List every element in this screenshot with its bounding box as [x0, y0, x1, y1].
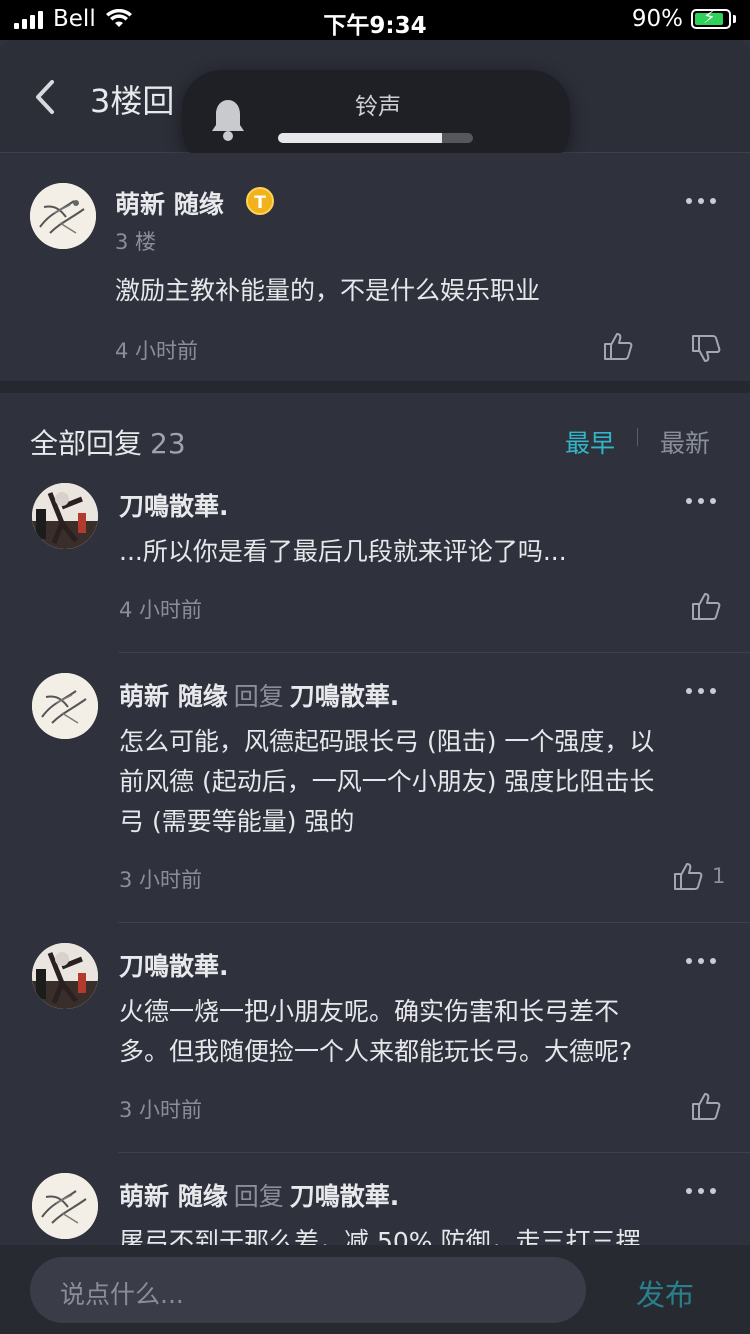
page-title: 3楼回: [90, 82, 175, 120]
reply-time: 3 小时前: [119, 868, 203, 892]
nav-header: 3楼回 铃声: [0, 40, 750, 168]
sort-latest-tab[interactable]: 最新: [660, 424, 710, 460]
reply-target-username[interactable]: 刀鳴散華.: [290, 682, 400, 711]
reply-content-line: 多。但我随便捡一个人来都能玩长弓。大德呢?: [119, 1037, 633, 1066]
volume-label: 铃声: [355, 94, 401, 120]
avatar[interactable]: [32, 483, 98, 549]
post-content: 激励主教补能量的，不是什么娱乐职业: [115, 276, 541, 305]
battery-percent: 90%: [631, 6, 683, 32]
reply-content-line: 怎么可能，风德起码跟长弓 (阻击) 一个强度，以: [119, 727, 655, 756]
avatar[interactable]: [30, 183, 96, 249]
sort-divider: [637, 428, 638, 446]
reply-divider: [118, 652, 750, 653]
thumbs-up-icon[interactable]: [690, 590, 722, 622]
more-icon[interactable]: [686, 198, 716, 206]
thumbs-down-icon[interactable]: [690, 333, 722, 365]
reply-divider: [118, 922, 750, 923]
comment-input[interactable]: 说点什么...: [30, 1257, 586, 1323]
section-divider: [0, 381, 750, 393]
thumbs-up-icon[interactable]: [602, 330, 634, 362]
replies-heading: 全部回复 23: [30, 422, 186, 462]
volume-slider: [278, 133, 473, 143]
reply-content-line: 火德一烧一把小朋友呢。确实伤害和长弓差不: [119, 997, 620, 1026]
more-icon[interactable]: [686, 498, 716, 506]
sort-earliest-tab[interactable]: 最早: [565, 424, 615, 460]
reply-target-username[interactable]: 刀鳴散華.: [290, 1182, 400, 1211]
level-badge-icon: T: [246, 187, 274, 215]
reply-time: 4 小时前: [119, 598, 203, 622]
reply-label: 回复: [233, 682, 284, 711]
post-username[interactable]: 萌新 随缘: [115, 185, 224, 221]
post-time: 4 小时前: [115, 339, 199, 363]
reply-username[interactable]: 萌新 随缘: [119, 682, 228, 711]
reply-divider: [118, 1152, 750, 1153]
avatar[interactable]: [32, 1173, 98, 1239]
reply-content-line: 弓 (需要等能量) 强的: [119, 807, 355, 836]
reply-username[interactable]: 刀鳴散華.: [119, 487, 229, 523]
floor-label: 3 楼: [115, 230, 157, 254]
thumbs-up-icon[interactable]: [672, 860, 704, 892]
reply-time: 3 小时前: [119, 1098, 203, 1122]
more-icon[interactable]: [686, 958, 716, 966]
avatar[interactable]: [32, 673, 98, 739]
like-count: 1: [712, 864, 726, 888]
reply-content-line: 前风德 (起动后，一风一个小朋友) 强度比阻击长: [119, 767, 655, 796]
battery-icon: ⚡: [691, 8, 731, 29]
comment-placeholder: 说点什么...: [60, 1280, 184, 1309]
reply-username-line: 萌新 随缘 回复 刀鳴散華.: [119, 677, 399, 713]
reply-username[interactable]: 萌新 随缘: [119, 1182, 228, 1211]
publish-button[interactable]: 发布: [636, 1272, 694, 1314]
reply-username[interactable]: 刀鳴散華.: [119, 947, 229, 983]
reply-username-line: 萌新 随缘 回复 刀鳴散華.: [119, 1177, 399, 1213]
main-post: 萌新 随缘 T 3 楼 激励主教补能量的，不是什么娱乐职业 4 小时前: [0, 153, 750, 381]
status-bar: Bell 下午9:34 90% ⚡: [0, 0, 750, 40]
reply-content-line: ...所以你是看了最后几段就来评论了吗...: [119, 537, 567, 566]
more-icon[interactable]: [686, 688, 716, 696]
bell-icon: [212, 100, 244, 141]
back-arrow-icon[interactable]: [30, 78, 60, 116]
comment-composer: 说点什么... 发布: [0, 1245, 750, 1334]
reply-label: 回复: [233, 1182, 284, 1211]
more-icon[interactable]: [686, 1188, 716, 1196]
thumbs-up-icon[interactable]: [690, 1090, 722, 1122]
replies-title: 全部回复: [30, 427, 143, 460]
avatar[interactable]: [32, 943, 98, 1009]
replies-count: 23: [150, 427, 186, 460]
